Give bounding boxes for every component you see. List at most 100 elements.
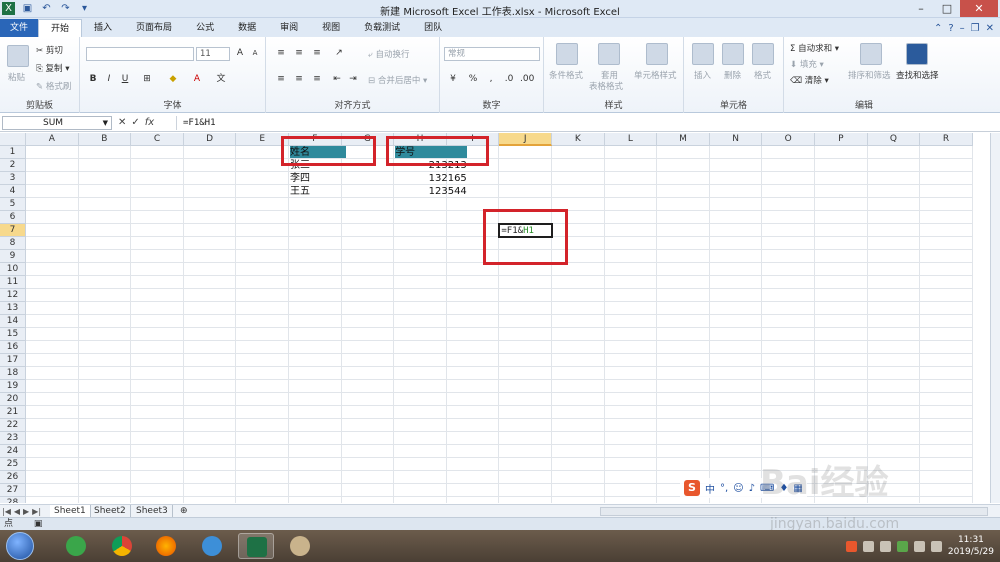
wrap-text-button[interactable]: ⤶ 自动换行: [368, 48, 409, 60]
name-box[interactable]: SUM ▼: [2, 116, 112, 130]
system-clock[interactable]: 11:31 2019/5/29: [948, 534, 994, 558]
autosum-button[interactable]: Σ 自动求和 ▾: [790, 42, 839, 54]
conditional-format-icon[interactable]: [556, 43, 578, 65]
align-left-icon[interactable]: ≡: [274, 73, 288, 86]
border-icon[interactable]: ⊞: [140, 73, 154, 86]
punctuation-icon[interactable]: °,: [720, 483, 728, 494]
row-header[interactable]: 7: [0, 224, 26, 237]
tray-shield-icon[interactable]: [862, 540, 874, 552]
shrink-font-icon[interactable]: A: [248, 47, 262, 60]
tab-load-test[interactable]: 负载测试: [352, 19, 412, 37]
column-header[interactable]: D: [183, 133, 237, 146]
ribbon-collapse-icon[interactable]: ⌃: [934, 23, 942, 34]
confirm-entry-button[interactable]: ✓: [131, 116, 139, 130]
select-all-corner[interactable]: [0, 133, 26, 146]
column-header[interactable]: N: [709, 133, 763, 146]
row-header[interactable]: 1: [0, 146, 26, 159]
tray-flag-icon[interactable]: [913, 540, 925, 552]
currency-icon[interactable]: ¥: [446, 73, 460, 86]
row-header[interactable]: 14: [0, 315, 26, 328]
fill-color-icon[interactable]: ◆: [166, 73, 180, 86]
paste-icon[interactable]: [7, 45, 29, 67]
delete-cells-icon[interactable]: [722, 43, 744, 65]
row-header[interactable]: 19: [0, 380, 26, 393]
row-header[interactable]: 20: [0, 393, 26, 406]
taskbar-chrome[interactable]: [104, 533, 140, 559]
row-header[interactable]: 24: [0, 445, 26, 458]
column-header[interactable]: J: [499, 133, 552, 146]
tab-review[interactable]: 审阅: [268, 19, 310, 37]
column-header[interactable]: Q: [867, 133, 921, 146]
help-icon[interactable]: ?: [948, 23, 953, 34]
font-size-combo[interactable]: 11: [196, 47, 230, 61]
row-header[interactable]: 23: [0, 432, 26, 445]
sort-filter-icon[interactable]: [860, 43, 882, 65]
taskbar-excel[interactable]: [238, 533, 274, 559]
mic-icon[interactable]: ♪: [749, 483, 755, 494]
row-header[interactable]: 11: [0, 276, 26, 289]
tray-network-icon[interactable]: [879, 540, 891, 552]
column-header[interactable]: K: [552, 133, 605, 146]
ime-mode-label[interactable]: 中: [705, 481, 715, 496]
name-box-dropdown-icon[interactable]: ▼: [103, 117, 108, 129]
row-header[interactable]: 9: [0, 250, 26, 263]
decrease-indent-icon[interactable]: ⇤: [330, 73, 344, 86]
tab-data[interactable]: 数据: [226, 19, 268, 37]
maximize-button[interactable]: □: [934, 0, 960, 17]
format-cells-icon[interactable]: [752, 43, 774, 65]
taskbar-firefox[interactable]: [148, 533, 184, 559]
delete-cells-button[interactable]: 删除: [724, 69, 741, 81]
cell-f4[interactable]: 王五: [290, 185, 341, 197]
insert-function-button[interactable]: fx: [145, 116, 154, 130]
row-header[interactable]: 28: [0, 497, 26, 503]
format-painter-button[interactable]: ✎ 格式刷: [36, 80, 71, 92]
tab-home[interactable]: 开始: [38, 19, 83, 37]
cell-styles-icon[interactable]: [646, 43, 668, 65]
workbook-minimize-icon[interactable]: –: [960, 23, 965, 34]
underline-button[interactable]: U: [118, 73, 132, 86]
italic-button[interactable]: I: [102, 73, 116, 86]
align-bottom-icon[interactable]: ≡: [310, 47, 324, 60]
row-header[interactable]: 22: [0, 419, 26, 432]
row-header[interactable]: 5: [0, 198, 26, 211]
insert-cells-button[interactable]: 插入: [694, 69, 711, 81]
align-right-icon[interactable]: ≡: [310, 73, 324, 86]
column-header[interactable]: P: [815, 133, 868, 146]
close-button[interactable]: ✕: [960, 0, 998, 17]
column-header[interactable]: B: [78, 133, 132, 146]
row-header[interactable]: 3: [0, 172, 26, 185]
phonetic-icon[interactable]: 文: [214, 73, 228, 86]
worksheet-grid[interactable]: ABCDEFGHIJKLMNOPQR 1 2 3 4 5 6 7 8 9 10 11 12 13 14 15…: [0, 133, 990, 503]
row-header[interactable]: 13: [0, 302, 26, 315]
row-header[interactable]: 6: [0, 211, 26, 224]
emoji-icon[interactable]: ☺: [733, 483, 743, 494]
decrease-decimal-icon[interactable]: .00: [520, 73, 534, 86]
tray-volume-icon[interactable]: [930, 540, 942, 552]
row-header[interactable]: 18: [0, 367, 26, 380]
row-header[interactable]: 16: [0, 341, 26, 354]
row-header[interactable]: 4: [0, 185, 26, 198]
cell-f3[interactable]: 李四: [290, 172, 341, 184]
tab-insert[interactable]: 插入: [82, 19, 124, 37]
row-header[interactable]: 10: [0, 263, 26, 276]
taskbar-360-browser[interactable]: [58, 533, 94, 559]
column-header[interactable]: M: [657, 133, 710, 146]
tab-formulas[interactable]: 公式: [184, 19, 226, 37]
taskbar-paint[interactable]: [282, 533, 318, 559]
increase-indent-icon[interactable]: ⇥: [346, 73, 360, 86]
paste-button[interactable]: 粘贴: [8, 71, 25, 83]
column-header[interactable]: C: [131, 133, 184, 146]
bold-button[interactable]: B: [86, 73, 100, 86]
number-format-combo[interactable]: 常规: [444, 47, 540, 61]
fill-button[interactable]: ⬇ 填充 ▾: [790, 58, 824, 70]
row-header[interactable]: 12: [0, 289, 26, 302]
tray-360-icon[interactable]: [896, 540, 908, 552]
sogou-logo-icon[interactable]: S: [684, 480, 700, 496]
row-header[interactable]: 21: [0, 406, 26, 419]
column-header[interactable]: O: [762, 133, 815, 146]
table-format-icon[interactable]: [598, 43, 620, 65]
workbook-restore-icon[interactable]: ❐: [971, 23, 980, 34]
format-cells-button[interactable]: 格式: [754, 69, 771, 81]
workbook-close-icon[interactable]: ✕: [986, 23, 994, 34]
minimize-button[interactable]: –: [908, 0, 934, 17]
